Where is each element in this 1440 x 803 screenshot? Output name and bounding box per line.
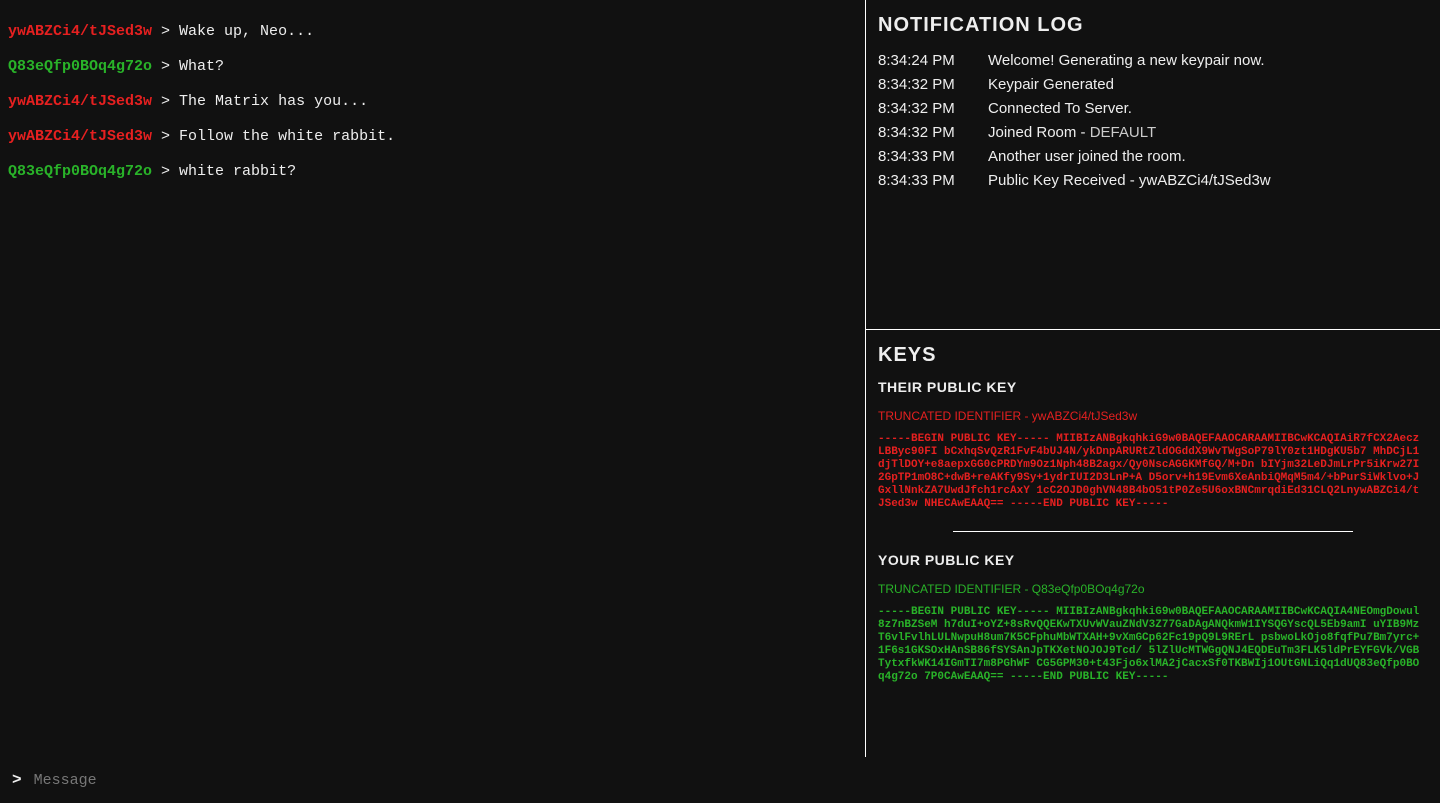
chat-message-text: white rabbit? bbox=[179, 163, 296, 180]
chat-message-text: The Matrix has you... bbox=[179, 93, 368, 110]
chat-separator: > bbox=[152, 23, 179, 40]
your-key-body: -----BEGIN PUBLIC KEY----- MIIBIzANBgkqh… bbox=[878, 606, 1423, 684]
notification-message: Another user joined the room. bbox=[988, 145, 1428, 169]
chat-username: Q83eQfp0BOq4g72o bbox=[8, 58, 152, 75]
notification-row: 8:34:32 PMJoined Room - DEFAULT bbox=[878, 121, 1428, 145]
chat-username: ywABZCi4/tJSed3w bbox=[8, 23, 152, 40]
chat-message-text: Wake up, Neo... bbox=[179, 23, 314, 40]
notification-time: 8:34:32 PM bbox=[878, 73, 988, 97]
your-key-section: YOUR PUBLIC KEY TRUNCATED IDENTIFIER - Q… bbox=[878, 552, 1428, 684]
input-prompt-icon: > bbox=[12, 771, 22, 789]
chat-message-text: What? bbox=[179, 58, 224, 75]
chat-line: ywABZCi4/tJSed3w > Follow the white rabb… bbox=[8, 125, 857, 149]
chat-line: Q83eQfp0BOq4g72o > white rabbit? bbox=[8, 160, 857, 184]
your-key-id: TRUNCATED IDENTIFIER - Q83eQfp0BOq4g72o bbox=[878, 582, 1428, 596]
notification-message: Public Key Received - ywABZCi4/tJSed3w bbox=[988, 169, 1428, 193]
notification-row: 8:34:24 PMWelcome! Generating a new keyp… bbox=[878, 49, 1428, 73]
notification-time: 8:34:24 PM bbox=[878, 49, 988, 73]
notification-time: 8:34:33 PM bbox=[878, 145, 988, 169]
chat-separator: > bbox=[152, 163, 179, 180]
notification-log-list: 8:34:24 PMWelcome! Generating a new keyp… bbox=[878, 49, 1428, 193]
keys-panel: KEYS THEIR PUBLIC KEY TRUNCATED IDENTIFI… bbox=[866, 330, 1440, 757]
chat-separator: > bbox=[152, 58, 179, 75]
their-key-id: TRUNCATED IDENTIFIER - ywABZCi4/tJSed3w bbox=[878, 409, 1428, 423]
notification-message: Connected To Server. bbox=[988, 97, 1428, 121]
notification-log-panel: NOTIFICATION LOG 8:34:24 PMWelcome! Gene… bbox=[866, 0, 1440, 330]
chat-username: ywABZCi4/tJSed3w bbox=[8, 128, 152, 145]
notification-row: 8:34:32 PMKeypair Generated bbox=[878, 73, 1428, 97]
key-divider bbox=[953, 531, 1353, 532]
chat-line: ywABZCi4/tJSed3w > The Matrix has you... bbox=[8, 90, 857, 114]
chat-username: ywABZCi4/tJSed3w bbox=[8, 93, 152, 110]
notification-row: 8:34:33 PMPublic Key Received - ywABZCi4… bbox=[878, 169, 1428, 193]
keys-title: KEYS bbox=[878, 344, 1428, 367]
notification-row: 8:34:33 PMAnother user joined the room. bbox=[878, 145, 1428, 169]
notification-message: Welcome! Generating a new keypair now. bbox=[988, 49, 1428, 73]
notification-time: 8:34:33 PM bbox=[878, 169, 988, 193]
notification-time: 8:34:32 PM bbox=[878, 121, 988, 145]
chat-line: ywABZCi4/tJSed3w > Wake up, Neo... bbox=[8, 20, 857, 44]
notification-row: 8:34:32 PMConnected To Server. bbox=[878, 97, 1428, 121]
message-input[interactable] bbox=[34, 772, 1432, 789]
notification-time: 8:34:32 PM bbox=[878, 97, 988, 121]
their-key-section: THEIR PUBLIC KEY TRUNCATED IDENTIFIER - … bbox=[878, 379, 1428, 511]
notification-suffix: DEFAULT bbox=[1090, 124, 1156, 141]
notification-message: Joined Room - DEFAULT bbox=[988, 121, 1428, 145]
your-key-label: YOUR PUBLIC KEY bbox=[878, 552, 1428, 568]
notification-log-title: NOTIFICATION LOG bbox=[878, 14, 1428, 37]
chat-line: Q83eQfp0BOq4g72o > What? bbox=[8, 55, 857, 79]
chat-log: ywABZCi4/tJSed3w > Wake up, Neo... Q83eQf… bbox=[0, 0, 865, 757]
notification-message: Keypair Generated bbox=[988, 73, 1428, 97]
chat-message-text: Follow the white rabbit. bbox=[179, 128, 395, 145]
their-key-body: -----BEGIN PUBLIC KEY----- MIIBIzANBgkqh… bbox=[878, 433, 1423, 511]
chat-username: Q83eQfp0BOq4g72o bbox=[8, 163, 152, 180]
their-key-label: THEIR PUBLIC KEY bbox=[878, 379, 1428, 395]
chat-separator: > bbox=[152, 93, 179, 110]
message-input-bar: > bbox=[0, 757, 1440, 803]
chat-separator: > bbox=[152, 128, 179, 145]
